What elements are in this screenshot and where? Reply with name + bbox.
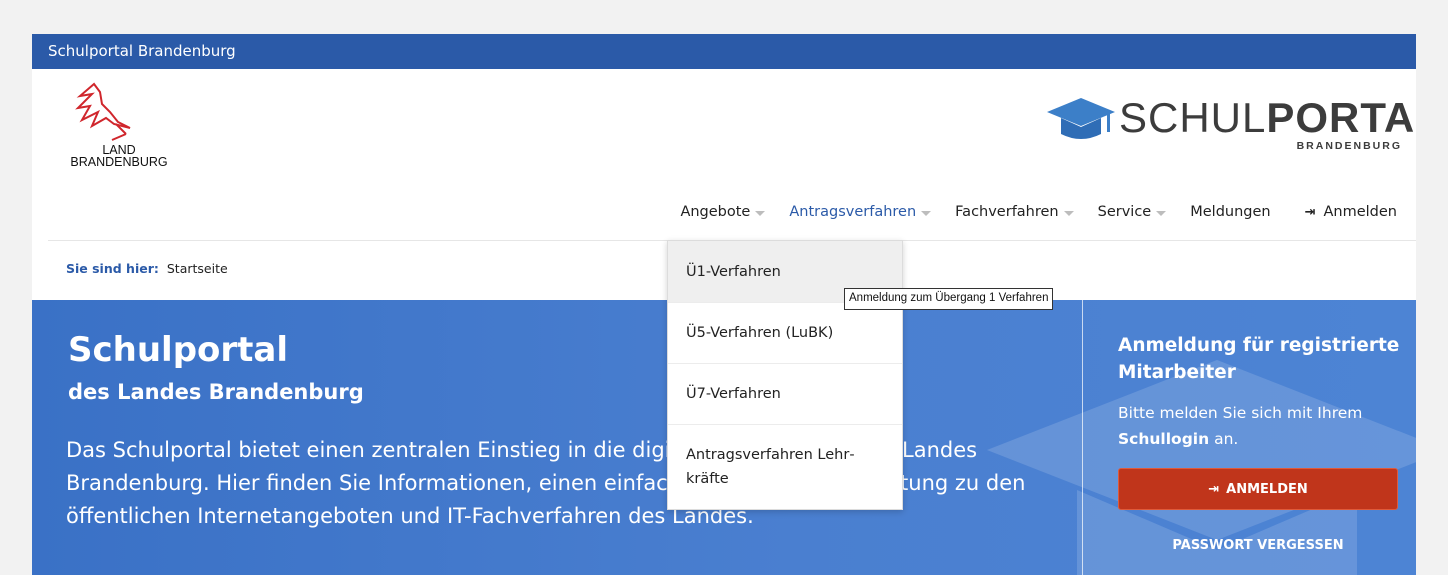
caret-down-icon: [921, 210, 932, 216]
topbar-title: Schulportal Brandenburg: [32, 34, 1416, 69]
breadcrumb-label: Sie sind hier:: [66, 261, 159, 276]
antragsverfahren-dropdown: Ü1-Verfahren Ü5-Verfahren (LuBK) Ü7-Verf…: [667, 240, 903, 510]
dropdown-item-ue5[interactable]: Ü5-Verfahren (LuBK): [668, 302, 902, 363]
breadcrumb: Sie sind hier: Startseite: [66, 261, 228, 276]
nav-item-angebote[interactable]: Angebote: [680, 204, 766, 220]
land-logo-line2: BRANDENBURG: [70, 155, 168, 169]
schulportal-wordmark: SCHULPORTAL: [1119, 94, 1416, 142]
login-text-bold: Schullogin: [1118, 430, 1210, 448]
mortarboard-icon: [1047, 98, 1115, 139]
login-text-before: Bitte melden Sie sich mit Ihrem: [1118, 404, 1363, 422]
nav-login-link[interactable]: ⇥ Anmelden: [1305, 204, 1397, 220]
main-nav: Angebote Antragsverfahren Fachverfahren …: [656, 202, 1397, 222]
land-brandenburg-logo[interactable]: LAND BRANDENBURG: [62, 82, 212, 174]
dropdown-item-label: Antragsverfahren Lehr­kräfte: [686, 447, 855, 487]
dropdown-item-ue7[interactable]: Ü7-Verfahren: [668, 363, 902, 424]
nav-login-label: Anmelden: [1323, 204, 1398, 220]
nav-item-fachverfahren[interactable]: Fachverfahren: [955, 204, 1074, 220]
login-button-label: ANMELDEN: [1226, 481, 1308, 497]
nav-label: Meldungen: [1190, 204, 1271, 220]
caret-down-icon: [755, 210, 766, 216]
schulportal-logo[interactable]: SCHULPORTAL BRANDENBURG: [1047, 94, 1416, 156]
login-box-title: Anmeldung für registrierte Mitarbeiter: [1118, 335, 1400, 383]
nav-item-antragsverfahren[interactable]: Antragsverfahren: [789, 204, 932, 220]
nav-item-service[interactable]: Service: [1098, 204, 1167, 220]
hero-title: Schulportal: [68, 330, 289, 370]
caret-down-icon: [1156, 210, 1167, 216]
hero-text: Das Schulportal bietet einen zentralen E…: [66, 438, 1026, 528]
forgot-password-link[interactable]: PASSWORT VERGESSEN: [1118, 538, 1398, 553]
schulportal-sub: BRANDENBURG: [1296, 140, 1402, 152]
wordmark-light: SCHUL: [1119, 94, 1267, 141]
tooltip: Anmeldung zum Übergang 1 Verfahren: [844, 288, 1054, 310]
login-box-text: Bitte melden Sie sich mit Ihrem Schullog…: [1118, 400, 1408, 452]
sign-in-icon: ⇥: [1208, 481, 1220, 497]
nav-label: Service: [1097, 204, 1152, 220]
hero-subtitle: des Landes Brandenburg: [68, 380, 364, 404]
hero-divider: [1082, 300, 1083, 575]
nav-item-meldungen[interactable]: Meldungen: [1190, 204, 1270, 220]
login-text-after: an.: [1209, 430, 1239, 448]
login-button[interactable]: ⇥ ANMELDEN: [1118, 468, 1398, 510]
dropdown-item-lehrkraefte[interactable]: Antragsverfahren Lehr­kräfte: [668, 424, 902, 509]
land-logo-text: LAND BRANDENBURG: [64, 144, 174, 169]
breadcrumb-current: Startseite: [166, 261, 228, 276]
caret-down-icon: [1063, 210, 1074, 216]
sign-in-icon: ⇥: [1304, 204, 1316, 220]
nav-label: Fachverfahren: [955, 204, 1059, 220]
wordmark-bold: PORTAL: [1266, 94, 1416, 141]
nav-label: Antragsverfahren: [789, 204, 917, 220]
nav-label: Angebote: [680, 204, 751, 220]
eagle-icon: [75, 82, 131, 141]
